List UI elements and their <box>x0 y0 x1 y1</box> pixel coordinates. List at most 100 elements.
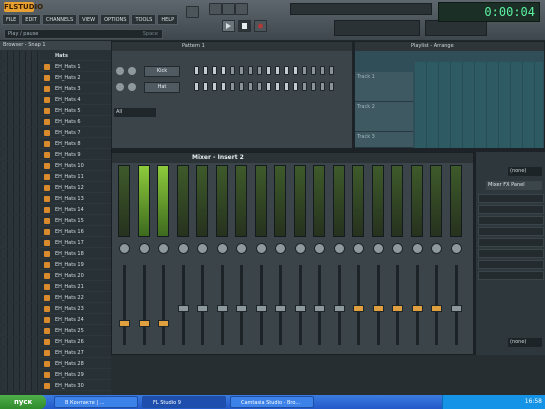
volume-fader-cap[interactable] <box>138 320 150 327</box>
loop-button[interactable] <box>235 3 248 15</box>
browser-item[interactable]: EH_Hats 18 <box>0 249 111 259</box>
mixer-strip[interactable] <box>389 165 407 351</box>
browser-item[interactable]: EH_Hats 22 <box>0 293 111 303</box>
step-button[interactable] <box>212 66 217 75</box>
channel-volume-knob[interactable] <box>128 83 136 91</box>
step-button[interactable] <box>203 66 208 75</box>
step-button[interactable] <box>320 82 325 91</box>
volume-fader-cap[interactable] <box>177 305 189 312</box>
step-button[interactable] <box>275 66 280 75</box>
mixer-strip[interactable] <box>214 165 232 351</box>
mixer-strip[interactable] <box>194 165 212 351</box>
fx-slot[interactable] <box>478 194 544 203</box>
playlist-track-2[interactable]: Track 2 <box>355 102 413 132</box>
browser-item[interactable]: EH_Hats 10 <box>0 161 111 171</box>
menu-edit[interactable]: EDIT <box>21 14 41 25</box>
record-button[interactable] <box>254 20 267 32</box>
browser-item[interactable]: EH_Hats 26 <box>0 337 111 347</box>
fx-slot[interactable] <box>478 227 544 236</box>
step-button[interactable] <box>194 82 199 91</box>
browser-item[interactable]: EH_Hats 19 <box>0 260 111 270</box>
browser-item[interactable]: EH_Hats 7 <box>0 128 111 138</box>
browser-item[interactable]: EH_Hats 16 <box>0 227 111 237</box>
browser-folder[interactable]: Hats <box>0 51 111 61</box>
step-button[interactable] <box>194 66 199 75</box>
browser-item[interactable]: EH_Hats 14 <box>0 205 111 215</box>
pan-knob[interactable] <box>216 243 228 254</box>
volume-fader-cap[interactable] <box>255 305 267 312</box>
browser-item[interactable]: EH_Hats 5 <box>0 106 111 116</box>
channel-button-1[interactable]: Kick <box>144 66 180 77</box>
step-button[interactable] <box>203 82 208 91</box>
step-button[interactable] <box>302 66 307 75</box>
volume-fader-cap[interactable] <box>197 305 208 312</box>
mixer-strip[interactable] <box>175 165 193 351</box>
fx-slot[interactable] <box>478 271 544 280</box>
step-button[interactable] <box>293 66 298 75</box>
browser-item[interactable]: EH_Hats 20 <box>0 271 111 281</box>
browser-item[interactable]: EH_Hats 8 <box>0 139 111 149</box>
fx-slot[interactable] <box>478 216 544 225</box>
browser-item[interactable]: EH_Hats 15 <box>0 216 111 226</box>
step-button[interactable] <box>266 82 271 91</box>
taskbar-item-2[interactable]: FL Studio 9 <box>142 396 226 408</box>
mixer-output-select[interactable]: (none) <box>508 338 542 347</box>
browser-item[interactable]: EH_Hats 9 <box>0 150 111 160</box>
pan-knob[interactable] <box>372 243 384 254</box>
volume-fader-track[interactable] <box>123 265 126 345</box>
browser-item[interactable]: EH_Hats 24 <box>0 315 111 325</box>
step-button[interactable] <box>230 66 235 75</box>
browser-item[interactable]: EH_Hats 11 <box>0 172 111 182</box>
mixer-strip[interactable] <box>116 165 134 351</box>
menu-tools[interactable]: TOOLS <box>131 14 157 25</box>
step-button[interactable] <box>257 66 262 75</box>
volume-fader-cap[interactable] <box>450 305 462 312</box>
step-button[interactable] <box>230 82 235 91</box>
fx-slot[interactable] <box>478 249 544 258</box>
browser-item[interactable]: EH_Hats 23 <box>0 304 111 314</box>
volume-fader-cap[interactable] <box>158 320 169 327</box>
mixer-strip[interactable] <box>253 165 271 351</box>
step-button[interactable] <box>212 82 217 91</box>
channel-volume-knob[interactable] <box>128 67 136 75</box>
pan-knob[interactable] <box>275 243 286 254</box>
step-button[interactable] <box>284 82 289 91</box>
channel-pan-knob[interactable] <box>116 83 124 91</box>
pan-knob[interactable] <box>119 243 130 254</box>
pan-knob[interactable] <box>411 243 423 254</box>
mixer-strip[interactable] <box>428 165 446 351</box>
volume-fader-cap[interactable] <box>275 305 286 312</box>
volume-fader-cap[interactable] <box>431 305 442 312</box>
step-button[interactable] <box>320 66 325 75</box>
browser-item[interactable]: EH_Hats 1 <box>0 62 111 72</box>
browser-item[interactable]: EH_Hats 4 <box>0 95 111 105</box>
browser-item[interactable]: EH_Hats 29 <box>0 370 111 380</box>
song-time-display[interactable]: 0:00:04 <box>438 2 540 22</box>
browser-item[interactable]: EH_Hats 28 <box>0 359 111 369</box>
playlist-track-1[interactable]: Track 1 <box>355 72 413 102</box>
song-mode-button[interactable] <box>222 3 235 15</box>
stop-button[interactable] <box>238 20 251 32</box>
menu-channels[interactable]: CHANNELS <box>41 14 78 25</box>
channel-pan-knob[interactable] <box>116 67 124 75</box>
volume-fader-cap[interactable] <box>119 320 130 327</box>
fx-slot[interactable] <box>478 238 544 247</box>
mixer-strip[interactable] <box>370 165 388 351</box>
step-button[interactable] <box>329 82 334 91</box>
volume-fader-cap[interactable] <box>294 305 306 312</box>
pan-knob[interactable] <box>294 243 306 254</box>
step-button[interactable] <box>275 82 280 91</box>
volume-fader-cap[interactable] <box>333 305 345 312</box>
mixer-strip[interactable] <box>409 165 427 351</box>
pan-knob[interactable] <box>236 243 247 254</box>
mixer-strip[interactable] <box>233 165 251 351</box>
mixer-strip[interactable] <box>155 165 173 351</box>
playlist-grid[interactable] <box>415 62 543 148</box>
mixer-strip[interactable] <box>272 165 290 351</box>
step-button[interactable] <box>239 66 244 75</box>
step-button[interactable] <box>284 66 289 75</box>
mixer-preset-select[interactable]: (none) <box>508 167 542 176</box>
menu-file[interactable]: FILE <box>2 14 21 25</box>
browser-item[interactable]: EH_Hats 2 <box>0 73 111 83</box>
pan-knob[interactable] <box>353 243 364 254</box>
